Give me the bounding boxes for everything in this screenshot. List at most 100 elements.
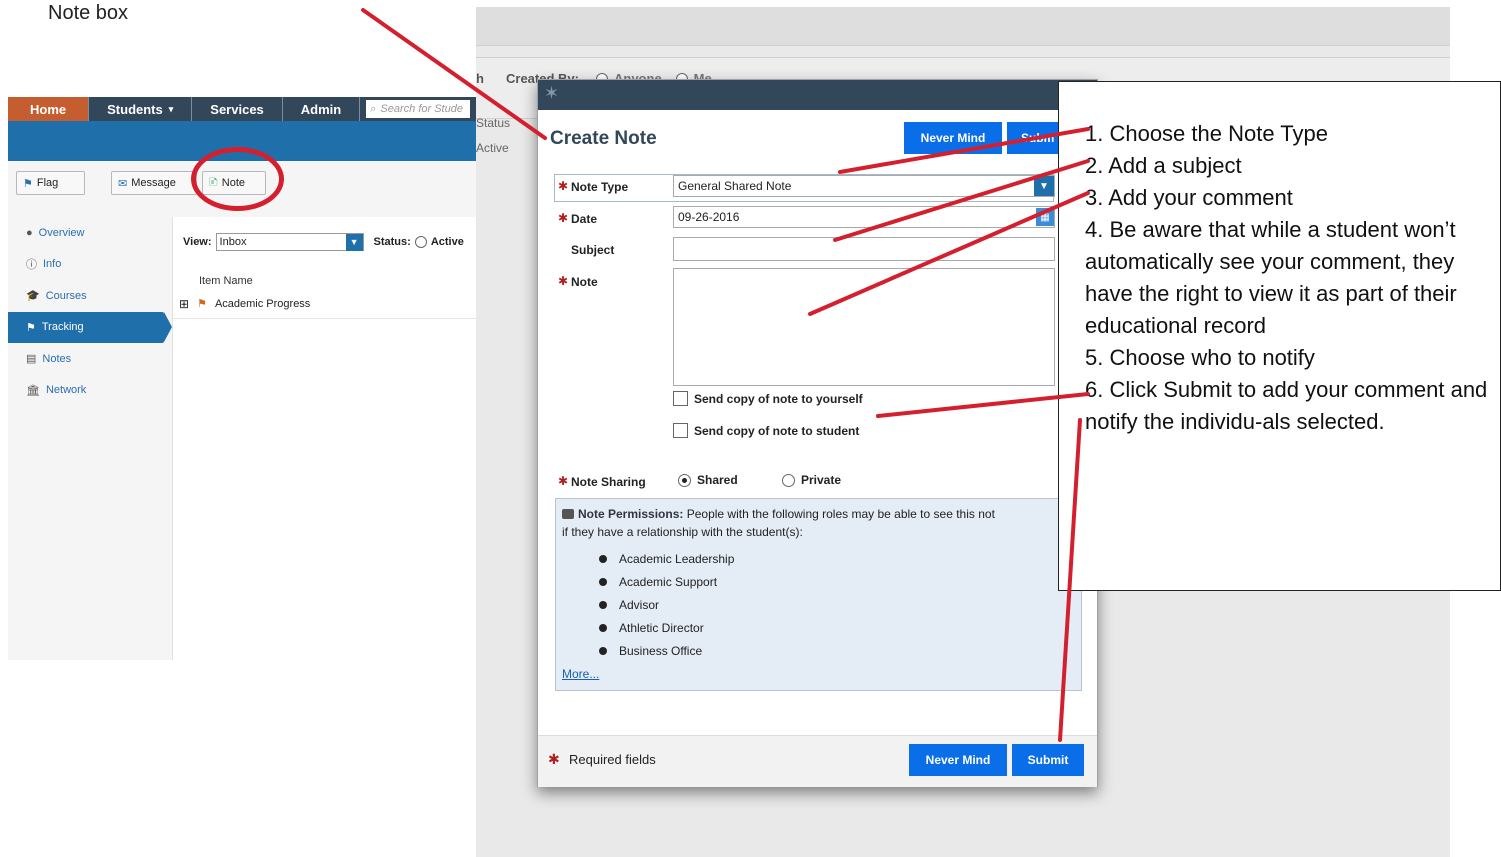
instruction-step-4: 4. Be aware that while a student won’t a… [1085,217,1457,338]
copy-self-option[interactable]: Send copy of note to yourself [673,391,863,406]
date-label: Date [571,212,598,226]
required-asterisk: ✱ [558,179,569,193]
required-asterisk: ✱ [558,211,569,225]
shared-label: Shared [697,473,738,487]
sidebar-item-network[interactable]: 🏛 Network [8,375,158,407]
logo-star-icon: ✶ [544,83,560,103]
chevron-down-icon: ▼ [345,233,363,251]
status-label: Status: [373,236,411,248]
background-topbar [476,7,1450,46]
message-button[interactable]: ✉ Message [111,171,197,195]
chevron-down-icon: ▾ [168,103,174,114]
calendar-icon[interactable]: ▦ [1036,208,1054,226]
date-value: 09-26-2016 [678,210,740,224]
required-fields-note: Required fields [569,752,656,767]
bullet-icon [599,600,607,609]
instruction-step-2: 2. Add a subject [1085,153,1242,178]
graduation-cap-icon: 🎓 [26,290,40,303]
list-item: Advisor [599,593,734,616]
sidebar-label-courses: Courses [45,289,87,302]
annotation-circle [191,147,284,211]
submit-button-top[interactable]: Subm [1007,122,1065,154]
subject-label: Subject [571,243,615,257]
role-label: Business Office [619,643,703,658]
sidebar: ● Overview ⓘ Info 🎓 Courses ⚑ Tracking ▤ Note… [8,217,172,407]
column-header-item-name: Item Name [199,275,253,287]
list-item: Athletic Director [599,616,734,639]
sidebar-label-tracking: Tracking [41,321,84,334]
subject-input[interactable] [673,237,1055,261]
instruction-step-1: 1. Choose the Note Type [1085,121,1328,146]
note-permissions-panel: Note Permissions: People with the follow… [555,498,1082,691]
submit-button[interactable]: Submit [1012,744,1084,776]
copy-student-label: Send copy of note to student [694,424,860,438]
sidebar-item-courses[interactable]: 🎓 Courses [8,280,158,312]
flag-button[interactable]: ⚑ Flag [16,171,85,195]
note-type-value: General Shared Note [678,179,792,193]
note-type-select[interactable]: General Shared Note ▼ [673,175,1055,197]
sidebar-item-overview[interactable]: ● Overview [8,217,158,249]
required-asterisk: ✱ [558,474,569,488]
nav-home[interactable]: Home [8,97,90,121]
dialog-header: ✶ [538,80,1097,110]
search-input[interactable]: ⌕ Search for Stude [366,100,470,118]
list-item: Academic Support [599,570,734,593]
status-option-active: Active [430,236,464,248]
never-mind-button[interactable]: Never Mind [909,744,1007,776]
bullet-icon [599,554,607,563]
note-textarea[interactable] [673,268,1055,386]
flag-icon: ⚑ [197,298,207,310]
bullet-icon [599,646,607,655]
list-item: Business Office [599,639,734,662]
never-mind-button-top[interactable]: Never Mind [904,122,1002,154]
instruction-step-6: 6. Click Submit to add your comment and … [1085,377,1488,434]
sidebar-item-notes[interactable]: ▤ Notes [8,343,158,375]
date-input[interactable]: 09-26-2016 ▦ [673,206,1055,228]
copy-student-option[interactable]: Send copy of note to student [673,423,859,438]
nav-admin[interactable]: Admin [283,97,361,121]
permissions-title: Note Permissions: [578,507,684,521]
role-label: Academic Support [619,574,718,589]
copy-student-checkbox[interactable] [673,423,688,438]
role-label: Athletic Director [619,620,704,635]
private-radio[interactable] [782,473,795,487]
instructions-list: 1. Choose the Note Type 2. Add a subject… [1059,82,1500,438]
nav-students[interactable]: Students ▾ [89,97,193,121]
expand-icon[interactable]: ⊞ [179,297,189,311]
list-item: Academic Leadership [599,547,734,570]
private-label: Private [801,473,842,487]
sidebar-label-info: Info [43,258,62,271]
note-type-label: Note Type [571,180,629,194]
sidebar-item-tracking[interactable]: ⚑ Tracking [8,311,172,343]
role-label: Academic Leadership [619,551,735,566]
sidebar-item-info[interactable]: ⓘ Info [8,249,158,281]
dialog-title: Create Note [550,128,657,149]
nav-students-label: Students [107,101,163,117]
row-item-name: Academic Progress [214,297,311,310]
nav-services[interactable]: Services [192,97,283,121]
envelope-icon: ✉ [118,177,128,190]
required-asterisk: ✱ [548,751,560,767]
view-select[interactable]: Inbox ▼ [215,233,364,251]
status-radio-active[interactable] [414,236,427,248]
sharing-private-option[interactable]: Private [782,473,841,487]
lock-icon [562,509,574,519]
dialog-footer: ✱ Required fields Never Mind Submit [538,735,1097,787]
view-filter-row: View: Inbox ▼ Status: Active [183,233,464,251]
view-label: View: [183,236,212,248]
more-link[interactable]: More... [562,667,599,681]
flag-icon: ⚑ [26,321,36,334]
sidebar-label-network: Network [45,384,87,397]
app-screenshot: Home Students ▾ Services Admin ⌕ Search fo… [8,97,476,660]
sharing-shared-option[interactable]: Shared [678,473,738,487]
table-row[interactable]: ⊞ ⚑ Academic Progress [173,289,476,319]
shared-radio[interactable] [678,473,691,487]
copy-self-checkbox[interactable] [673,391,688,406]
instruction-step-5: 5. Choose who to notify [1085,345,1315,370]
roles-list: Academic Leadership Academic Support Adv… [599,547,734,662]
bg-status-value: Active [476,141,509,155]
document-icon: ▤ [26,353,37,366]
note-label: Note [571,275,598,289]
permissions-text: Note Permissions: People with the follow… [562,505,1074,523]
caption-note-box: Note box [48,2,129,24]
